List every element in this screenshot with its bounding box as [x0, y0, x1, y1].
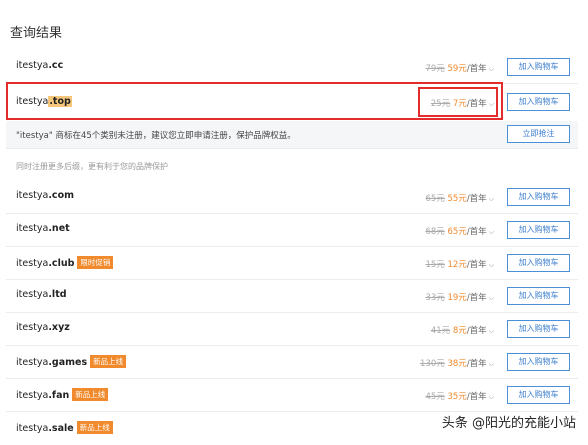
trademark-notice: "itestya" 商标在45个类别未注册，建议您立即申请注册，保护品牌权益。 …	[6, 121, 578, 149]
domain-row-com: itestya.com 65元 55元/首年 ⌵ 加入购物车	[6, 181, 578, 214]
domain-name: itestya.cc	[16, 60, 64, 71]
add-to-cart-button[interactable]: 加入购物车	[507, 188, 570, 206]
promo-badge: 限时促销	[77, 256, 114, 269]
domain-row-cc: itestya.cc 79元 59元/首年 ⌵ 加入购物车	[6, 51, 578, 84]
new-badge: 新品上线	[90, 355, 127, 368]
price[interactable]: 130元 38元/首年 ⌵	[420, 357, 494, 369]
price[interactable]: 45元 35元/首年 ⌵	[425, 390, 494, 402]
watermark: 头条 @阳光的充能小站	[441, 416, 576, 431]
chevron-down-icon[interactable]: ⌵	[489, 65, 494, 74]
chevron-down-icon[interactable]: ⌵	[489, 294, 494, 303]
domain-row-ltd: itestya.ltd 33元 19元/首年 ⌵ 加入购物车	[6, 280, 578, 313]
add-to-cart-button[interactable]: 加入购物车	[507, 386, 570, 404]
add-to-cart-button[interactable]: 加入购物车	[507, 287, 570, 305]
domain-name: itestya.ltd	[16, 289, 67, 300]
chevron-down-icon[interactable]: ⌵	[489, 393, 494, 402]
new-badge: 新品上线	[72, 388, 109, 401]
add-to-cart-button[interactable]: 加入购物车	[507, 221, 570, 239]
domain-row-club: itestya.club 限时促销 15元 12元/首年 ⌵ 加入购物车	[6, 247, 578, 280]
register-now-button[interactable]: 立即抢注	[507, 125, 570, 143]
domain-name: itestya.sale 新品上线	[16, 421, 113, 434]
domain-name: itestya.xyz	[16, 322, 70, 333]
domain-name: itestya.games 新品上线	[16, 355, 127, 368]
price-highlight-box	[418, 87, 498, 117]
price[interactable]: 79元 59元/首年 ⌵	[425, 62, 494, 74]
domain-row-net: itestya.net 68元 65元/首年 ⌵ 加入购物车	[6, 214, 578, 247]
new-badge: 新品上线	[76, 421, 113, 434]
chevron-down-icon[interactable]: ⌵	[489, 261, 494, 270]
price[interactable]: 41元 8元/首年 ⌵	[431, 324, 494, 336]
price[interactable]: 33元 19元/首年 ⌵	[425, 291, 494, 303]
domain-row-xyz: itestya.xyz 41元 8元/首年 ⌵ 加入购物车	[6, 313, 578, 346]
domain-name: itestya.net	[16, 223, 70, 234]
domain-name: itestya.club 限时促销	[16, 256, 114, 269]
add-to-cart-button[interactable]: 加入购物车	[507, 353, 570, 371]
add-to-cart-button[interactable]: 加入购物车	[507, 254, 570, 272]
price[interactable]: 68元 65元/首年 ⌵	[425, 225, 494, 237]
add-to-cart-button[interactable]: 加入购物车	[507, 93, 570, 111]
hint-text: 同时注册更多后缀，更有利于您的品牌保护	[16, 162, 168, 171]
domain-row-fan: itestya.fan 新品上线 45元 35元/首年 ⌵ 加入购物车	[6, 379, 578, 412]
chevron-down-icon[interactable]: ⌵	[489, 327, 494, 336]
add-to-cart-button[interactable]: 加入购物车	[507, 320, 570, 338]
chevron-down-icon[interactable]: ⌵	[489, 195, 494, 204]
add-to-cart-button[interactable]: 加入购物车	[507, 58, 570, 76]
price[interactable]: 65元 55元/首年 ⌵	[425, 192, 494, 204]
domain-row-games: itestya.games 新品上线 130元 38元/首年 ⌵ 加入购物车	[6, 346, 578, 379]
domain-name: itestya.com	[16, 190, 74, 201]
page-title: 查询结果	[10, 26, 63, 41]
domain-name: itestya.fan 新品上线	[16, 388, 109, 401]
notice-text: "itestya" 商标在45个类别未注册，建议您立即申请注册，保护品牌权益。	[16, 131, 296, 141]
price[interactable]: 15元 12元/首年 ⌵	[425, 258, 494, 270]
chevron-down-icon[interactable]: ⌵	[489, 360, 494, 369]
chevron-down-icon[interactable]: ⌵	[489, 228, 494, 237]
